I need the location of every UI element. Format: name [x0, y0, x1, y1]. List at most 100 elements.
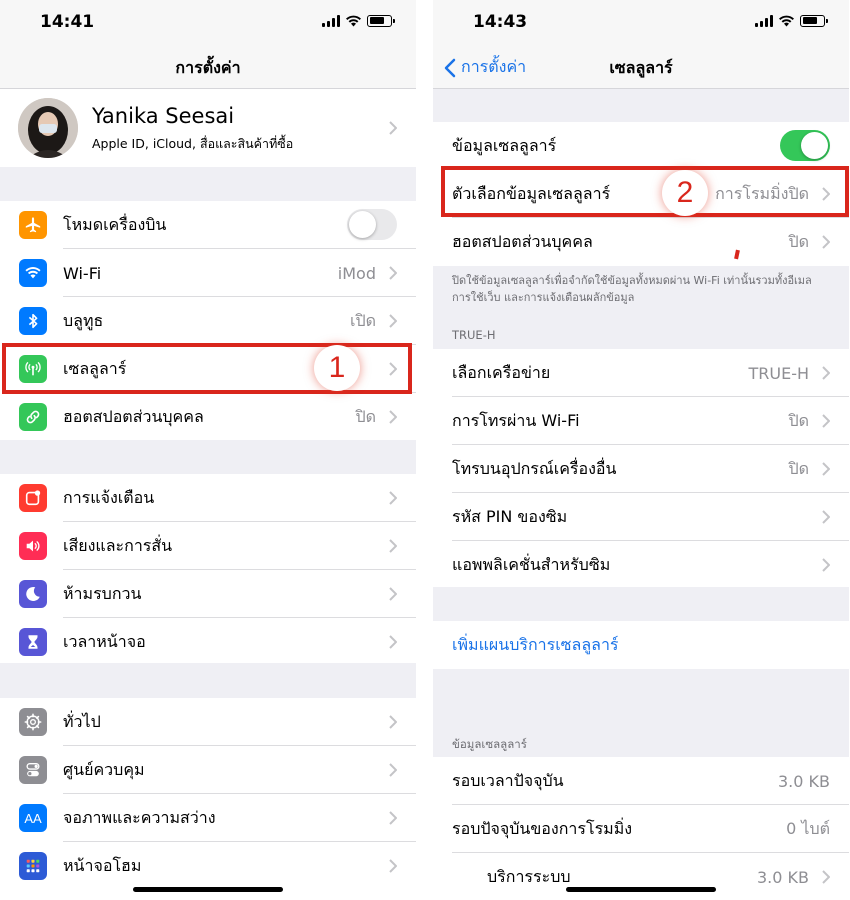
row-sim-applications[interactable]: แอพพลิเคชั่นสำหรับซิม: [433, 541, 849, 589]
row-label: ทั่วไป: [63, 711, 101, 731]
row-value: 3.0 KB: [757, 867, 809, 887]
airplane-icon: [19, 211, 47, 239]
row-wifi-calling[interactable]: การโทรผ่าน Wi-Fi ปิด: [433, 397, 849, 445]
row-label: รอบปัจจุบันของการโรมมิ่ง: [452, 818, 633, 838]
row-bluetooth[interactable]: บลูทูธ เปิด: [0, 297, 416, 345]
speaker-icon: [19, 532, 47, 560]
row-cellular-data: ข้อมูลเซลลูลาร์: [433, 122, 849, 170]
carrier-header: TRUE-H: [452, 328, 496, 342]
row-label: ตัวเลือกข้อมูลเซลลูลาร์: [452, 183, 611, 203]
chevron-right-icon: [389, 715, 397, 729]
row-general[interactable]: ทั่วไป: [0, 698, 416, 746]
chevron-right-icon: [389, 635, 397, 649]
row-label: โหมดเครื่องบิน: [63, 214, 167, 234]
chevron-right-icon: [389, 266, 397, 280]
row-control-center[interactable]: ศูนย์ควบคุม: [0, 746, 416, 794]
status-icons: [322, 14, 395, 27]
row-label: แอพพลิเคชั่นสำหรับซิม: [452, 554, 611, 574]
chevron-right-icon: [389, 121, 397, 135]
signal-icon: [755, 14, 773, 27]
row-value: 3.0 KB: [778, 771, 830, 791]
add-cellular-plan-link[interactable]: เพิ่มแผนบริการเซลลูลาร์: [452, 633, 619, 658]
chevron-right-icon: [822, 462, 830, 476]
cellular-screen: 14:43 การตั้งค่า เซลลูลาร์ ข้อมูลเซลลูลา…: [433, 0, 849, 900]
chevron-right-icon: [389, 859, 397, 873]
row-label: ข้อมูลเซลลูลาร์: [452, 135, 557, 155]
chevron-right-icon: [389, 491, 397, 505]
nav-bar: การตั้งค่า เซลลูลาร์: [433, 44, 849, 89]
row-airplane-mode: โหมดเครื่องบิน: [0, 201, 416, 249]
chevron-right-icon: [822, 366, 830, 380]
profile-name: Yanika Seesai: [92, 104, 235, 128]
row-add-plan[interactable]: เพิ่มแผนบริการเซลลูลาร์: [433, 621, 849, 669]
row-label: เลือกเครือข่าย: [452, 362, 551, 382]
chevron-right-icon: [389, 539, 397, 553]
settings-screen: 14:41 การตั้งค่า Yanika Seesai Apple ID,…: [0, 0, 416, 900]
row-value: ปิด: [355, 406, 376, 426]
row-label: การแจ้งเตือน: [63, 487, 155, 507]
row-label: บลูทูธ: [63, 310, 104, 330]
row-value: การโรมมิ่งปิด: [715, 183, 809, 203]
data-usage-header: ข้อมูลเซลลูลาร์: [452, 737, 527, 751]
battery-icon: [800, 14, 828, 27]
cellular-antenna-icon: [19, 355, 47, 383]
row-value: 0 ไบต์: [786, 818, 830, 838]
hotspot-link-icon: [19, 403, 47, 431]
row-label: จอภาพและความสว่าง: [63, 807, 216, 827]
row-do-not-disturb[interactable]: ห้ามรบกวน: [0, 570, 416, 618]
carrier-group: เลือกเครือข่าย TRUE-H การโทรผ่าน Wi-Fi ป…: [433, 349, 849, 587]
chevron-right-icon: [822, 414, 830, 428]
row-value: ปิด: [788, 458, 809, 478]
row-label: โทรบนอุปกรณ์เครื่องอื่น: [452, 458, 617, 478]
gear-icon: [19, 708, 47, 736]
step-badge-2: 2: [662, 170, 708, 216]
row-label: รอบเวลาปัจจุบัน: [452, 770, 564, 790]
moon-icon: [19, 580, 47, 608]
status-bar: 14:43: [433, 0, 849, 44]
control-center-icon: [19, 756, 47, 784]
row-label: ฮอตสปอตส่วนบุคคล: [452, 231, 593, 251]
row-value: TRUE-H: [748, 363, 809, 383]
status-time: 14:41: [40, 12, 95, 32]
chevron-right-icon: [389, 314, 397, 328]
wifi-status-icon: [779, 15, 794, 27]
airplane-mode-toggle[interactable]: [347, 209, 397, 240]
chevron-right-icon: [822, 558, 830, 572]
home-indicator: [133, 887, 283, 892]
chevron-right-icon: [389, 811, 397, 825]
row-label: บริการระบบ: [487, 866, 571, 886]
row-cellular-data-options[interactable]: ตัวเลือกข้อมูลเซลลูลาร์ การโรมมิ่งปิด: [433, 170, 849, 218]
row-personal-hotspot[interactable]: ฮอตสปอตส่วนบุคคล ปิด: [0, 393, 416, 441]
page-title: การตั้งค่า: [175, 58, 241, 77]
connectivity-group: โหมดเครื่องบิน Wi-Fi iMod บลูทูธ เปิด เซ…: [0, 201, 416, 440]
row-sounds[interactable]: เสียงและการสั่น: [0, 522, 416, 570]
row-network-selection[interactable]: เลือกเครือข่าย TRUE-H: [433, 349, 849, 397]
notifications-icon: [19, 484, 47, 512]
nav-bar: การตั้งค่า: [0, 44, 416, 89]
row-sim-pin[interactable]: รหัส PIN ของซิม: [433, 493, 849, 541]
home-indicator: [566, 887, 716, 892]
row-system-services[interactable]: บริการระบบ 3.0 KB: [433, 853, 849, 900]
general-group: ทั่วไป ศูนย์ควบคุม AA จอภาพและความสว่าง: [0, 698, 416, 900]
row-label: ฮอตสปอตส่วนบุคคล: [63, 406, 204, 426]
signal-icon: [322, 14, 340, 27]
chevron-right-icon: [822, 235, 830, 249]
wifi-icon: [19, 259, 47, 287]
row-label: การโทรผ่าน Wi-Fi: [452, 410, 580, 430]
data-usage-group: รอบเวลาปัจจุบัน 3.0 KB รอบปัจจุบันของการ…: [433, 757, 849, 900]
row-display-brightness[interactable]: AA จอภาพและความสว่าง: [0, 794, 416, 842]
row-home-screen[interactable]: หน้าจอโฮม: [0, 842, 416, 890]
row-notifications[interactable]: การแจ้งเตือน: [0, 474, 416, 522]
row-wifi[interactable]: Wi-Fi iMod: [0, 249, 416, 297]
chevron-right-icon: [389, 410, 397, 424]
row-current-roaming: รอบปัจจุบันของการโรมมิ่ง 0 ไบต์: [433, 805, 849, 853]
row-personal-hotspot[interactable]: ฮอตสปอตส่วนบุคคล ปิด: [433, 218, 849, 266]
cellular-data-toggle[interactable]: [780, 130, 830, 161]
row-label: เสียงและการสั่น: [63, 535, 173, 555]
chevron-right-icon: [822, 870, 830, 884]
step-badge-1: 1: [314, 345, 360, 391]
row-calls-other-devices[interactable]: โทรบนอุปกรณ์เครื่องอื่น ปิด: [433, 445, 849, 493]
row-screen-time[interactable]: เวลาหน้าจอ: [0, 618, 416, 666]
wifi-status-icon: [346, 15, 361, 27]
notifications-group: การแจ้งเตือน เสียงและการสั่น ห้ามรบกวน เ…: [0, 474, 416, 663]
